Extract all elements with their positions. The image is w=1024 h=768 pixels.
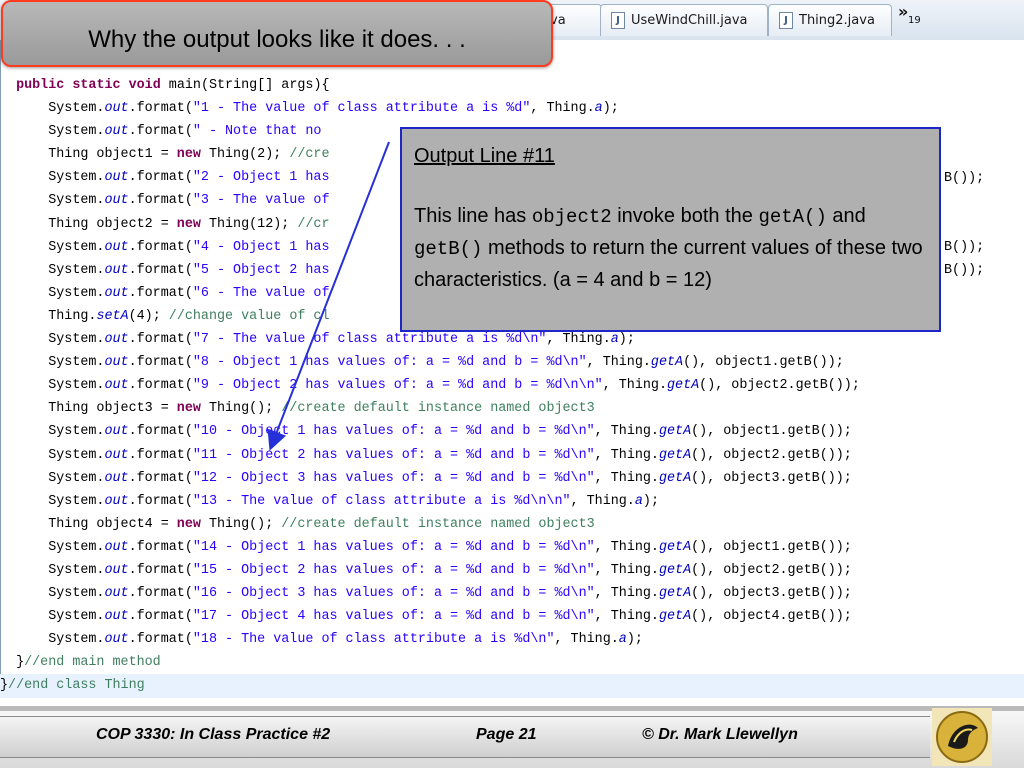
footer-divider bbox=[0, 706, 1024, 711]
code-line: Thing object3 = new Thing(); //create de… bbox=[0, 401, 595, 417]
callout-code: getB() bbox=[414, 238, 483, 260]
code-line: }//end main method bbox=[0, 655, 161, 671]
footer-course: COP 3330: In Class Practice #2 bbox=[96, 726, 331, 743]
footer-page: Page 21 bbox=[476, 726, 537, 743]
tab-overflow-count: 19 bbox=[908, 15, 921, 26]
callout-code: getA() bbox=[758, 206, 827, 228]
java-file-icon: J bbox=[611, 12, 625, 29]
code-line: System.out.format("5 - Object 2 has bbox=[0, 262, 330, 278]
code-line: Thing object2 = new Thing(12); //cr bbox=[0, 216, 330, 232]
callout-heading: Output Line #11 bbox=[414, 145, 555, 167]
tab-label: UseWindChill.java bbox=[631, 13, 748, 28]
code-line: System.out.format("17 - Object 4 has val… bbox=[0, 609, 852, 625]
code-line: System.out.format("18 - The value of cla… bbox=[0, 632, 643, 648]
callout-text: methods to return the current values of … bbox=[414, 237, 923, 291]
code-line: System.out.format("8 - Object 1 has valu… bbox=[0, 355, 844, 371]
code-line: System.out.format("14 - Object 1 has val… bbox=[0, 539, 852, 555]
tab-overflow-icon[interactable]: » bbox=[898, 2, 908, 21]
code-fragment: B()); bbox=[944, 240, 985, 255]
java-file-icon: J bbox=[779, 12, 793, 29]
code-line: System.out.format(" - Note that no bbox=[0, 124, 322, 140]
code-line: System.out.format("10 - Object 1 has val… bbox=[0, 424, 852, 440]
callout-text: invoke both the bbox=[611, 205, 759, 227]
code-line: Thing object4 = new Thing(); //create de… bbox=[0, 516, 595, 532]
code-line: public static void main(String[] args){ bbox=[16, 78, 330, 93]
code-line: System.out.format("16 - Object 3 has val… bbox=[0, 586, 852, 602]
code-line: System.out.format("15 - Object 2 has val… bbox=[0, 562, 852, 578]
code-line: System.out.format("2 - Object 1 has bbox=[0, 170, 330, 186]
code-line: System.out.format("7 - The value of clas… bbox=[0, 332, 635, 348]
code-line: System.out.format("9 - Object 2 has valu… bbox=[0, 378, 860, 394]
code-line: Thing.setA(4); //change value of cl bbox=[0, 308, 330, 324]
tab-label: Thing2.java bbox=[799, 13, 875, 28]
code-fragment: B()); bbox=[944, 263, 985, 278]
code-line-current: }//end class Thing bbox=[0, 674, 1024, 698]
tab-thing2[interactable]: J Thing2.java bbox=[768, 4, 892, 36]
code-line: System.out.format("1 - The value of clas… bbox=[0, 101, 619, 117]
code-line: System.out.format("4 - Object 1 has bbox=[0, 239, 330, 255]
tab-usewindchill[interactable]: J UseWindChill.java bbox=[600, 4, 768, 36]
code-fragment: B()); bbox=[944, 171, 985, 186]
slide-title-box: Why the output looks like it does. . . bbox=[1, 0, 553, 67]
code-line: System.out.format("3 - The value of bbox=[0, 193, 330, 209]
callout-code: object2 bbox=[531, 206, 612, 228]
code-line: System.out.format("11 - Object 2 has val… bbox=[0, 447, 852, 463]
code-line: System.out.format("6 - The value of bbox=[0, 285, 330, 301]
slide-title: Why the output looks like it does. . . bbox=[88, 26, 466, 53]
code-line: System.out.format("13 - The value of cla… bbox=[0, 493, 659, 509]
code-line: System.out.format("12 - Object 3 has val… bbox=[0, 470, 852, 486]
callout-text: and bbox=[826, 205, 866, 227]
university-logo-icon bbox=[932, 708, 992, 766]
callout-text: This line has bbox=[414, 205, 532, 227]
code-line: Thing object1 = new Thing(2); //cre bbox=[0, 147, 330, 163]
callout-body: This line has object2 invoke both the ge… bbox=[414, 201, 934, 296]
explanation-callout: Output Line #11 This line has object2 in… bbox=[400, 127, 941, 332]
footer-author: © Dr. Mark Llewellyn bbox=[642, 726, 798, 743]
